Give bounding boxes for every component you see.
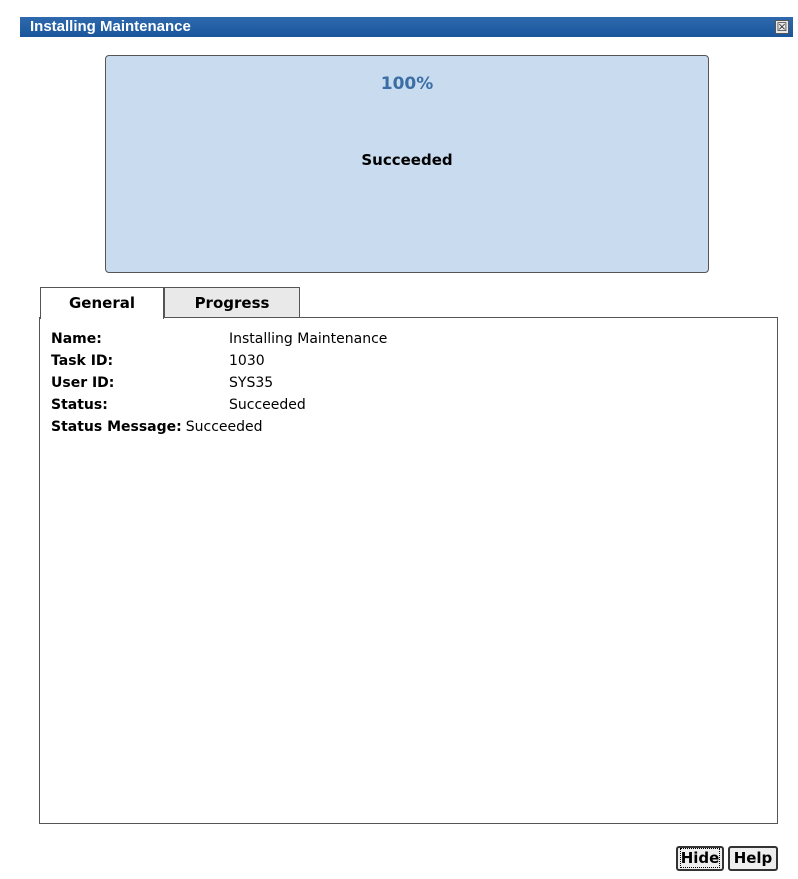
hide-button-label: Hide xyxy=(679,848,721,868)
tab-general[interactable]: General xyxy=(40,287,164,319)
info-row-user-id: User ID: SYS35 xyxy=(51,372,273,394)
info-row-status: Status: Succeeded xyxy=(51,394,306,416)
close-icon[interactable]: ☒ xyxy=(775,20,789,34)
general-panel: Name: Installing Maintenance Task ID: 1030… xyxy=(39,317,778,824)
task-id-value: 1030 xyxy=(229,353,265,369)
progress-status-box: 100% Succeeded xyxy=(105,55,709,273)
status-message-value: Succeeded xyxy=(185,419,263,435)
tab-progress[interactable]: Progress xyxy=(164,287,300,318)
info-row-name: Name: Installing Maintenance xyxy=(51,328,387,350)
status-label: Status: xyxy=(51,397,108,413)
status-value: Succeeded xyxy=(229,397,306,413)
progress-status-text: Succeeded xyxy=(361,151,453,169)
info-row-status-message: Status Message: Succeeded xyxy=(51,416,263,438)
user-id-value: SYS35 xyxy=(229,375,274,391)
help-button-label: Help xyxy=(733,849,773,867)
dialog-title-bar: Installing Maintenance ☒ xyxy=(20,17,793,37)
hide-button[interactable]: Hide xyxy=(676,846,724,871)
name-value: Installing Maintenance xyxy=(229,331,388,347)
help-button[interactable]: Help xyxy=(728,846,778,871)
progress-percent: 100% xyxy=(380,74,434,94)
name-label: Name: xyxy=(51,331,102,347)
info-row-task-id: Task ID: 1030 xyxy=(51,350,265,372)
status-message-label: Status Message: xyxy=(51,419,182,435)
user-id-label: User ID: xyxy=(51,375,115,391)
dialog-title: Installing Maintenance xyxy=(30,18,191,35)
task-id-label: Task ID: xyxy=(51,353,114,369)
